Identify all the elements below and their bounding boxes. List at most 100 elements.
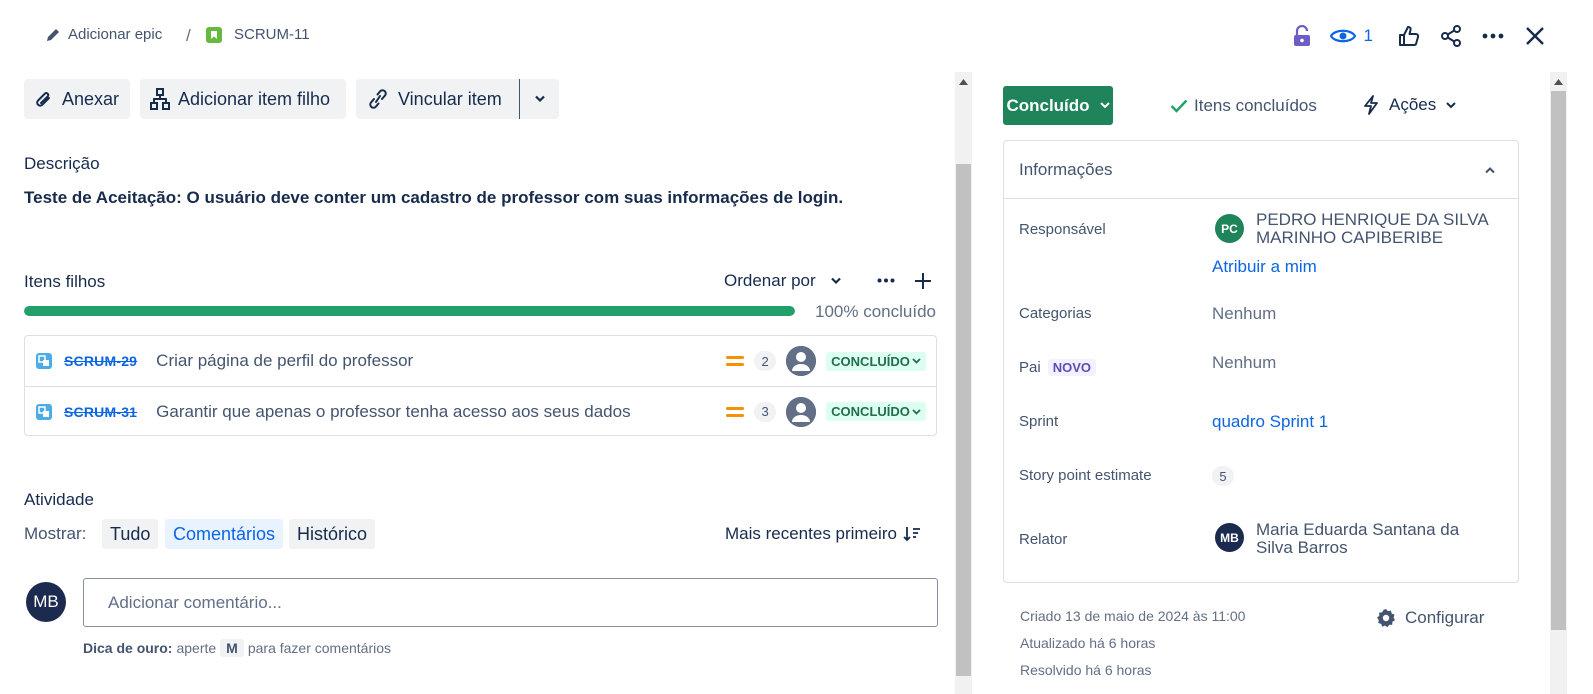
link-options-dropdown[interactable]	[520, 79, 559, 119]
sprint-value-link[interactable]: quadro Sprint 1	[1212, 412, 1328, 432]
breadcrumb-separator: /	[186, 26, 191, 45]
sort-order-button[interactable]: Mais recentes primeiro	[725, 524, 921, 544]
filter-comments-button[interactable]: Comentários	[165, 519, 284, 549]
categories-value[interactable]: Nenhum	[1212, 304, 1276, 324]
status-text: CONCLUÍDO	[831, 404, 910, 419]
table-row[interactable]: SCRUM-29 Criar página de perfil do profe…	[25, 336, 936, 386]
link-item-button-group: Vincular item	[356, 79, 559, 119]
add-child-label: Adicionar item filho	[178, 88, 331, 109]
filter-all-button[interactable]: Tudo	[102, 519, 159, 549]
assignee-avatar: PC	[1215, 214, 1244, 243]
pro-tip: Dica de ouro: aperte M para fazer coment…	[83, 639, 391, 657]
priority-medium-icon	[726, 406, 745, 418]
issue-key-link[interactable]: SCRUM-11	[206, 26, 310, 43]
current-user-avatar: MB	[26, 582, 66, 622]
chevron-down-icon	[830, 277, 842, 285]
scroll-up-arrow-icon[interactable]	[1554, 79, 1563, 85]
actions-dropdown[interactable]: Ações	[1363, 95, 1456, 115]
story-icon	[206, 26, 222, 43]
watch-count: 1	[1363, 26, 1373, 45]
story-points-badge: 3	[754, 401, 777, 422]
add-child-button[interactable]: Adicionar item filho	[140, 79, 346, 119]
add-epic-label: Adicionar epic	[68, 26, 163, 43]
left-pane-scroll-thumb[interactable]	[956, 164, 971, 676]
show-label: Mostrar:	[24, 524, 87, 543]
unassigned-avatar-icon[interactable]	[786, 396, 817, 427]
description-heading: Descrição	[24, 154, 100, 173]
scroll-up-arrow-icon[interactable]	[959, 79, 968, 85]
child-issue-key[interactable]: SCRUM-29	[64, 353, 137, 369]
child-progress-bar	[24, 306, 795, 316]
right-pane-scroll-thumb[interactable]	[1551, 91, 1566, 630]
status-text: CONCLUÍDO	[831, 353, 910, 369]
subtask-icon	[36, 403, 52, 420]
details-panel-header[interactable]: Informações	[1004, 141, 1518, 199]
watch-button[interactable]: 1	[1329, 22, 1373, 50]
more-options-icon[interactable]	[1479, 22, 1507, 50]
status-label: Concluído	[1006, 95, 1090, 115]
comment-input[interactable]: Adicionar comentário...	[83, 578, 938, 627]
status-lozenge[interactable]: CONCLUÍDO	[826, 351, 926, 371]
left-pane-scrollbar[interactable]	[955, 72, 972, 694]
assignee-name-line1: PEDRO HENRIQUE DA SILVA	[1256, 210, 1489, 229]
resolution-label: Itens concluídos	[1194, 96, 1317, 115]
unlock-icon[interactable]	[1288, 22, 1316, 50]
status-dropdown-button[interactable]: Concluído	[1003, 86, 1113, 125]
attach-button[interactable]: Anexar	[24, 79, 130, 119]
add-epic-link[interactable]: Adicionar epic	[46, 26, 162, 43]
updated-date: Atualizado há 6 horas	[1020, 635, 1156, 651]
unassigned-avatar-icon[interactable]	[786, 346, 817, 376]
reporter-name-line1: Maria Eduarda Santana da	[1256, 520, 1460, 539]
status-lozenge[interactable]: CONCLUÍDO	[826, 402, 926, 421]
pencil-icon	[46, 28, 60, 42]
sort-by-dropdown[interactable]: Ordenar por	[724, 271, 842, 291]
link-item-button[interactable]: Vincular item	[356, 79, 519, 119]
child-issue-summary[interactable]: Garantir que apenas o professor tenha ac…	[156, 402, 716, 422]
reporter-name-line2: Silva Barros	[1256, 538, 1348, 557]
child-issue-summary[interactable]: Criar página de perfil do professor	[156, 351, 714, 371]
priority-medium-icon	[726, 355, 745, 367]
parent-value[interactable]: Nenhum	[1212, 353, 1276, 373]
description-text[interactable]: Teste de Aceitação: O usuário deve conte…	[24, 188, 843, 208]
chevron-down-icon	[912, 358, 921, 364]
child-issue-key[interactable]: SCRUM-31	[64, 404, 137, 420]
assignee-label: Responsável	[1019, 221, 1106, 238]
checkmark-icon	[1170, 99, 1188, 113]
link-item-label: Vincular item	[398, 88, 502, 109]
assign-to-me-link[interactable]: Atribuir a mim	[1212, 257, 1317, 277]
child-more-options-icon[interactable]	[877, 278, 895, 283]
story-points-label: Story point estimate	[1019, 467, 1152, 484]
hierarchy-icon	[150, 88, 170, 110]
filter-history-button[interactable]: Histórico	[289, 519, 376, 549]
chevron-down-icon	[912, 408, 921, 415]
add-child-plus-icon[interactable]	[914, 272, 932, 290]
issue-header: Adicionar epic / SCRUM-11 1	[0, 0, 1593, 72]
subtask-icon	[36, 353, 52, 369]
story-points-value[interactable]: 5	[1212, 466, 1234, 486]
paperclip-icon	[34, 88, 54, 110]
pro-tip-pre: aperte	[176, 640, 217, 656]
chevron-down-icon	[1099, 102, 1110, 109]
right-pane-scrollbar[interactable]	[1550, 72, 1567, 694]
pro-tip-post: para fazer comentários	[247, 640, 392, 656]
reporter-name[interactable]: Maria Eduarda Santana da Silva Barros	[1256, 521, 1459, 557]
sort-by-label: Ordenar por	[724, 271, 816, 290]
share-icon[interactable]	[1437, 22, 1465, 50]
sort-order-label: Mais recentes primeiro	[725, 524, 897, 543]
gear-icon	[1376, 608, 1396, 628]
table-row[interactable]: SCRUM-31 Garantir que apenas o professor…	[25, 386, 936, 436]
parent-label-group: Pai NOVO	[1019, 359, 1096, 376]
thumbs-up-icon[interactable]	[1395, 22, 1423, 50]
created-date: Criado 13 de maio de 2024 às 11:00	[1020, 608, 1246, 624]
reporter-avatar: MB	[1215, 523, 1244, 552]
child-progress-fill	[24, 306, 795, 316]
assignee-name[interactable]: PEDRO HENRIQUE DA SILVA MARINHO CAPIBERI…	[1256, 211, 1489, 247]
parent-label: Pai	[1019, 359, 1041, 376]
configure-label: Configurar	[1405, 608, 1485, 627]
configure-button[interactable]: Configurar	[1376, 608, 1484, 628]
child-progress-text: 100% concluído	[815, 302, 936, 321]
close-icon[interactable]	[1521, 22, 1549, 50]
link-icon	[366, 88, 390, 110]
eye-icon	[1329, 27, 1356, 45]
activity-heading: Atividade	[24, 490, 94, 509]
